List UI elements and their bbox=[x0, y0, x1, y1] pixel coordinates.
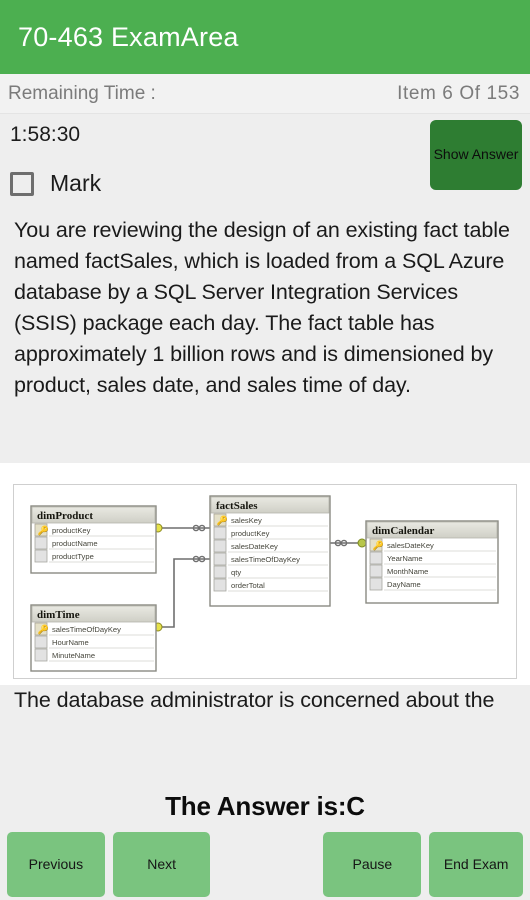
svg-text:dimTime: dimTime bbox=[37, 609, 80, 621]
svg-text:🔑: 🔑 bbox=[373, 540, 384, 552]
er-table-dimProduct: dimProduct 🔑 productKey productName prod… bbox=[30, 505, 157, 574]
svg-text:🔑: 🔑 bbox=[38, 624, 49, 636]
app-title: 70-463 ExamArea bbox=[18, 21, 239, 52]
svg-text:salesDateKey: salesDateKey bbox=[387, 541, 434, 550]
er-table-factSales: factSales 🔑 salesKey productKey salesDat… bbox=[209, 495, 331, 607]
svg-text:productKey: productKey bbox=[231, 529, 270, 538]
svg-text:salesTimeOfDayKey: salesTimeOfDayKey bbox=[231, 555, 300, 564]
svg-text:salesTimeOfDayKey: salesTimeOfDayKey bbox=[52, 625, 121, 634]
previous-button[interactable]: Previous bbox=[7, 831, 105, 897]
svg-text:YearName: YearName bbox=[387, 554, 423, 563]
svg-text:qty: qty bbox=[231, 568, 241, 577]
er-diagram-canvas: dimProduct 🔑 productKey productName prod… bbox=[13, 484, 517, 679]
svg-text:productType: productType bbox=[52, 552, 94, 561]
svg-text:orderTotal: orderTotal bbox=[231, 581, 265, 590]
remaining-time-label: Remaining Time : bbox=[8, 82, 156, 104]
bottom-nav-bar: Previous Next Pause End Exam bbox=[0, 828, 530, 900]
mark-question-row[interactable]: Mark bbox=[8, 170, 138, 197]
answer-text: The Answer is:C bbox=[165, 790, 365, 821]
svg-text:MinuteName: MinuteName bbox=[52, 651, 95, 660]
status-strip: Remaining Time : Item 6 Of 153 bbox=[0, 74, 530, 114]
svg-text:productName: productName bbox=[52, 539, 98, 548]
meta-row: 1:58:30 Mark Show Answer bbox=[0, 114, 530, 214]
item-counter: Item 6 Of 153 bbox=[397, 82, 520, 104]
svg-text:salesDateKey: salesDateKey bbox=[231, 542, 278, 551]
show-answer-button[interactable]: Show Answer bbox=[430, 120, 522, 190]
svg-text:🔑: 🔑 bbox=[38, 525, 49, 537]
end-exam-button[interactable]: End Exam bbox=[429, 831, 524, 897]
er-table-dimCalendar: dimCalendar 🔑 salesDateKey YearName Mont… bbox=[365, 520, 499, 604]
svg-text:dimProduct: dimProduct bbox=[37, 510, 93, 522]
svg-text:🔑: 🔑 bbox=[217, 515, 228, 527]
svg-text:productKey: productKey bbox=[52, 526, 91, 535]
question-text-continued: The database administrator is concerned … bbox=[14, 688, 495, 712]
mark-checkbox[interactable] bbox=[10, 171, 34, 196]
svg-text:factSales: factSales bbox=[216, 500, 258, 512]
svg-text:salesKey: salesKey bbox=[231, 516, 262, 525]
svg-text:dimCalendar: dimCalendar bbox=[372, 525, 434, 537]
question-text: You are reviewing the design of an exist… bbox=[14, 218, 510, 397]
svg-text:MonthName: MonthName bbox=[387, 567, 428, 576]
er-diagram-image: dimProduct 🔑 productKey productName prod… bbox=[0, 463, 530, 685]
pause-button[interactable]: Pause bbox=[323, 831, 422, 897]
er-diagram-svg: dimProduct 🔑 productKey productName prod… bbox=[14, 485, 516, 678]
er-table-dimTime: dimTime 🔑 salesTimeOfDayKey HourName Min… bbox=[30, 604, 157, 672]
question-scroll-area[interactable]: You are reviewing the design of an exist… bbox=[0, 215, 530, 785]
app-bar: 70-463 ExamArea bbox=[0, 0, 530, 74]
answer-banner: The Answer is:C bbox=[0, 785, 530, 827]
next-button[interactable]: Next bbox=[112, 831, 211, 897]
mark-label: Mark bbox=[50, 170, 102, 196]
svg-text:HourName: HourName bbox=[52, 638, 89, 647]
svg-text:DayName: DayName bbox=[387, 580, 421, 589]
